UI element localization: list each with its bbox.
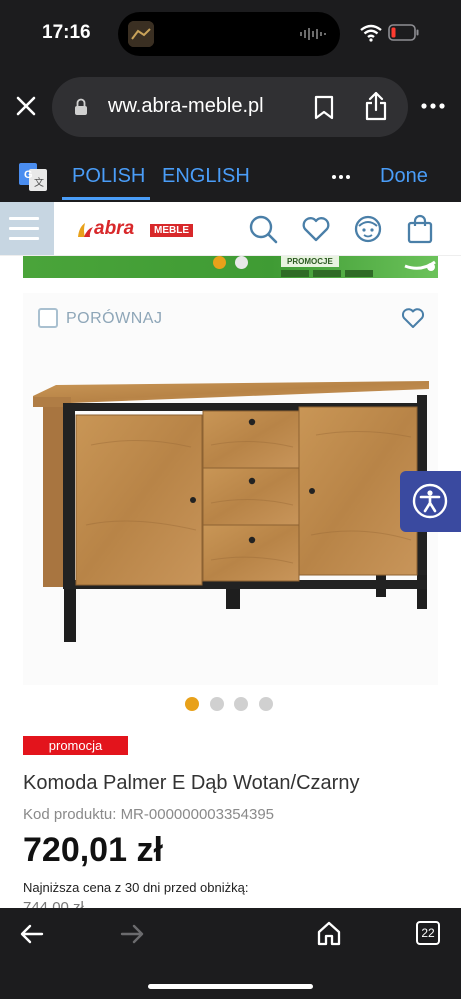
accessibility-button[interactable] (400, 471, 461, 532)
banner-graphic (281, 270, 373, 277)
google-translate-icon: G 文 (19, 163, 47, 191)
back-arrow-icon[interactable] (20, 923, 44, 945)
tab-target-language[interactable]: ENGLISH (162, 165, 250, 188)
bookmark-icon[interactable] (314, 95, 334, 120)
carousel-dot[interactable] (259, 697, 273, 711)
logo-mark-icon (78, 223, 93, 237)
browser-address-bar: ww.abra-meble.pl (0, 68, 461, 150)
lowest-price-value: 744,00 zł (23, 899, 84, 908)
browser-toolbar: 22 (0, 908, 461, 999)
accessibility-icon (412, 483, 448, 519)
menu-icon[interactable] (0, 202, 54, 255)
lock-icon (75, 98, 87, 115)
logo-text: abra (94, 218, 135, 239)
svg-text:文: 文 (34, 176, 44, 189)
compare-checkbox[interactable] (38, 308, 58, 328)
product-price: 720,01 zł (23, 831, 163, 869)
heart-icon[interactable] (301, 214, 331, 244)
search-icon[interactable] (248, 214, 278, 244)
close-icon[interactable] (12, 92, 40, 120)
status-time: 17:16 (42, 22, 91, 43)
product-code: Kod produktu: MR-000000003354395 (23, 806, 275, 823)
dynamic-island[interactable] (118, 12, 340, 56)
forward-arrow-icon[interactable] (120, 923, 144, 945)
share-icon[interactable] (364, 91, 388, 121)
promo-banner[interactable]: PROMOCJE (23, 256, 438, 278)
banner-decoration-icon (404, 260, 436, 271)
cart-icon[interactable] (405, 214, 435, 244)
home-icon[interactable] (316, 920, 342, 946)
audio-waveform-icon (300, 28, 326, 40)
product-image[interactable] (31, 375, 431, 645)
wishlist-heart-icon[interactable] (401, 307, 425, 329)
promo-badge: promocja (23, 736, 128, 755)
wifi-icon (360, 24, 382, 42)
carousel-dot[interactable] (210, 697, 224, 711)
done-button[interactable]: Done (380, 165, 428, 188)
translate-bar: G 文 POLISH ENGLISH Done (0, 150, 461, 202)
url-field[interactable]: ww.abra-meble.pl (52, 77, 408, 137)
url-text: ww.abra-meble.pl (108, 95, 264, 117)
carousel-dot[interactable] (185, 697, 199, 711)
carousel-dot[interactable] (234, 697, 248, 711)
account-icon[interactable] (353, 214, 383, 244)
banner-dot-active[interactable] (213, 256, 226, 269)
battery-icon (388, 24, 419, 41)
home-indicator (148, 984, 313, 989)
translate-options-icon[interactable] (331, 174, 351, 180)
more-icon[interactable] (420, 102, 446, 110)
status-bar: 17:16 (0, 0, 461, 68)
active-tab-underline (62, 197, 150, 200)
svg-text:G: G (24, 169, 33, 181)
lowest-price-label: Najniższa cena z 30 dni przed obniżką: (23, 880, 249, 895)
banner-dot[interactable] (235, 256, 248, 269)
banner-promo-label: PROMOCJE (281, 256, 339, 267)
product-title: Komoda Palmer E Dąb Wotan/Czarny (23, 772, 360, 794)
logo-badge: MEBLE (150, 224, 193, 237)
tab-source-language[interactable]: POLISH (72, 165, 145, 188)
now-playing-artwork (128, 21, 154, 47)
product-gallery: PORÓWNAJ (23, 293, 438, 685)
tabs-button[interactable]: 22 (416, 921, 440, 945)
compare-label[interactable]: PORÓWNAJ (66, 310, 162, 328)
site-header: abra MEBLE (0, 202, 461, 256)
site-logo[interactable]: abra MEBLE (76, 218, 208, 242)
